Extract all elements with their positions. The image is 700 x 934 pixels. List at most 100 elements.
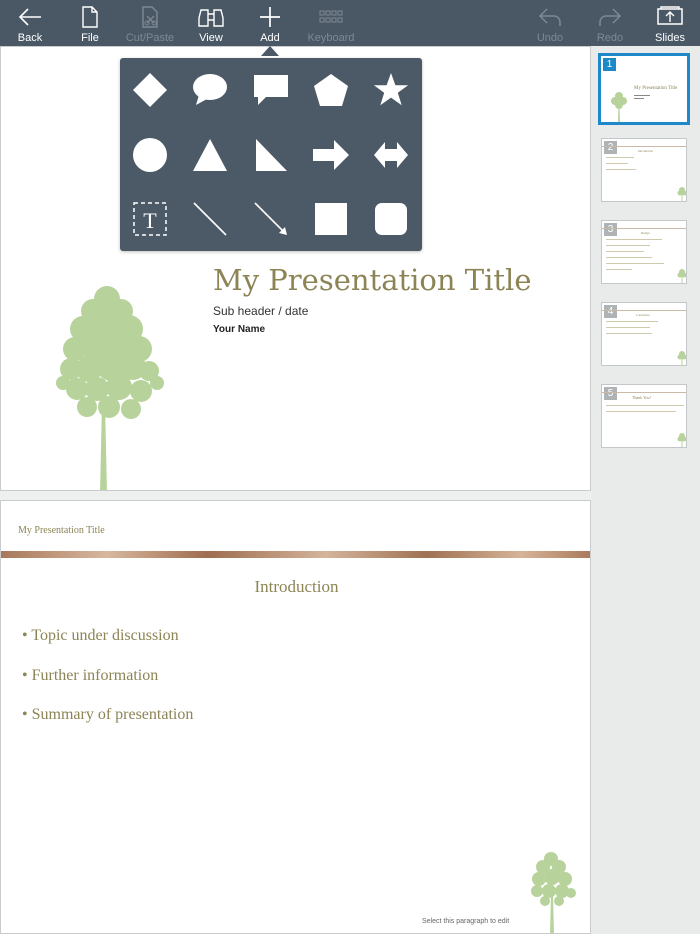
thumbnail-text-line	[606, 263, 664, 264]
thumbnail-text-line	[606, 169, 636, 170]
slide-thumbnail-1[interactable]: 1 My Presentation Title	[598, 53, 690, 125]
thumbnail-divider	[602, 228, 686, 229]
thumbnail-text-line	[634, 95, 650, 96]
thumbnail-text-line	[606, 157, 634, 158]
thumbnail-divider	[602, 310, 686, 311]
thumbnail-text-line	[634, 98, 644, 99]
square-shape-icon[interactable]	[309, 197, 353, 241]
add-button[interactable]: Add	[255, 0, 285, 46]
slides-label: Slides	[655, 32, 685, 44]
thumbnail-text-line	[606, 327, 650, 328]
file-button[interactable]: File	[72, 0, 108, 46]
keyboard-label: Keyboard	[307, 32, 355, 44]
callout-rect-icon[interactable]	[249, 68, 293, 112]
bullet-item[interactable]: • Summary of presentation	[22, 706, 193, 724]
arrow-line-shape-icon[interactable]	[249, 197, 293, 241]
keyboard-icon	[319, 10, 343, 23]
slide-header-text: My Presentation Title	[18, 525, 105, 536]
redo-button[interactable]: Redo	[593, 0, 627, 46]
thumbnail-tree-icon	[677, 269, 686, 283]
thumbnail-tree-icon	[677, 433, 686, 447]
edit-hint: Select this paragraph to edit	[422, 918, 510, 925]
bullet-item[interactable]: • Topic under discussion	[22, 627, 179, 645]
thumbnail-title: Design	[641, 231, 650, 235]
slide-subheader[interactable]: Sub header / date	[213, 304, 308, 318]
binoculars-icon	[198, 9, 224, 27]
speech-bubble-icon[interactable]	[188, 68, 232, 112]
popover-caret	[261, 46, 279, 56]
undo-icon	[538, 8, 561, 26]
slides-button[interactable]: Slides	[651, 0, 689, 46]
thumbnail-text-line	[606, 321, 658, 322]
tree-illustration-small	[531, 852, 576, 933]
slide-thumbnail-2[interactable]: 2 Introduction	[601, 138, 687, 202]
slide-thumbnail-3[interactable]: 3 Design	[601, 220, 687, 284]
wood-divider	[1, 551, 590, 558]
toolbar: Back File Cut/Paste View Add Keyboard Un…	[0, 0, 700, 46]
thumbnail-tree-icon	[677, 187, 686, 201]
tree-illustration	[56, 286, 164, 490]
undo-button[interactable]: Undo	[533, 0, 567, 46]
file-icon	[82, 6, 98, 28]
redo-icon	[599, 8, 622, 26]
slide-thumbnail-5[interactable]: 5 Thank You!	[601, 384, 687, 448]
back-button[interactable]: Back	[11, 0, 49, 46]
text-box-icon[interactable]: T	[128, 197, 172, 241]
thumbnail-number: 1	[603, 58, 616, 71]
slide-two-title[interactable]: Introduction	[1, 577, 590, 597]
slide-title[interactable]: My Presentation Title	[213, 263, 532, 297]
plus-icon	[260, 7, 280, 27]
view-label: View	[199, 32, 223, 44]
right-triangle-shape-icon[interactable]	[249, 133, 293, 177]
star-shape-icon[interactable]	[369, 68, 413, 112]
arrow-right-shape-icon[interactable]	[309, 133, 353, 177]
thumbnail-divider	[602, 392, 686, 393]
view-button[interactable]: View	[194, 0, 228, 46]
add-label: Add	[260, 32, 280, 44]
undo-label: Undo	[536, 32, 564, 44]
thumbnail-text-line	[606, 245, 650, 246]
cut-paste-icon	[142, 6, 158, 28]
thumbnail-text-line	[606, 411, 676, 412]
thumbnail-text-line	[606, 239, 662, 240]
back-arrow-icon	[18, 8, 41, 26]
second-slide[interactable]: My Presentation Title Introduction • Top…	[0, 500, 591, 934]
triangle-shape-icon[interactable]	[188, 133, 232, 177]
thumbnail-number: 4	[604, 305, 617, 318]
bullet-item[interactable]: • Further information	[22, 667, 158, 685]
thumbnail-divider	[602, 146, 686, 147]
diamond-shape-icon[interactable]	[128, 68, 172, 112]
thumbnail-text-line	[606, 257, 652, 258]
slide-thumbnail-4[interactable]: 4 Conclusion	[601, 302, 687, 366]
double-arrow-shape-icon[interactable]	[369, 133, 413, 177]
thumbnail-tree-icon	[677, 351, 686, 365]
thumbnail-title: Thank You!	[632, 395, 651, 400]
thumbnail-title: Introduction	[638, 149, 653, 153]
circle-shape-icon[interactable]	[128, 133, 172, 177]
thumbnail-text-line	[606, 269, 632, 270]
thumbnail-number: 5	[604, 387, 617, 400]
redo-label: Redo	[596, 32, 624, 44]
thumbnail-title: Conclusion	[636, 313, 650, 317]
thumbnail-tree-icon	[611, 92, 627, 122]
pentagon-shape-icon[interactable]	[309, 68, 353, 112]
file-label: File	[81, 32, 99, 44]
slides-icon	[657, 6, 683, 25]
thumbnail-text-line	[606, 333, 652, 334]
thumbnail-text-line	[606, 163, 628, 164]
keyboard-button[interactable]: Keyboard	[304, 0, 358, 46]
cut-paste-button[interactable]: Cut/Paste	[124, 0, 176, 46]
thumbnail-text-line	[606, 251, 644, 252]
slide-author-name[interactable]: Your Name	[213, 324, 265, 335]
shape-picker-popover: T	[120, 58, 422, 251]
back-label: Back	[17, 32, 43, 44]
thumbnail-number: 2	[604, 141, 617, 154]
line-shape-icon[interactable]	[188, 197, 232, 241]
svg-text:T: T	[143, 208, 157, 233]
cut-paste-label: Cut/Paste	[125, 32, 175, 44]
thumbnail-number: 3	[604, 223, 617, 236]
slides-thumbnail-panel: 1 My Presentation Title 2 Introduction 3…	[591, 46, 700, 934]
thumbnail-title: My Presentation Title	[634, 86, 678, 91]
thumbnail-text-line	[606, 405, 684, 406]
rounded-square-shape-icon[interactable]	[369, 197, 413, 241]
